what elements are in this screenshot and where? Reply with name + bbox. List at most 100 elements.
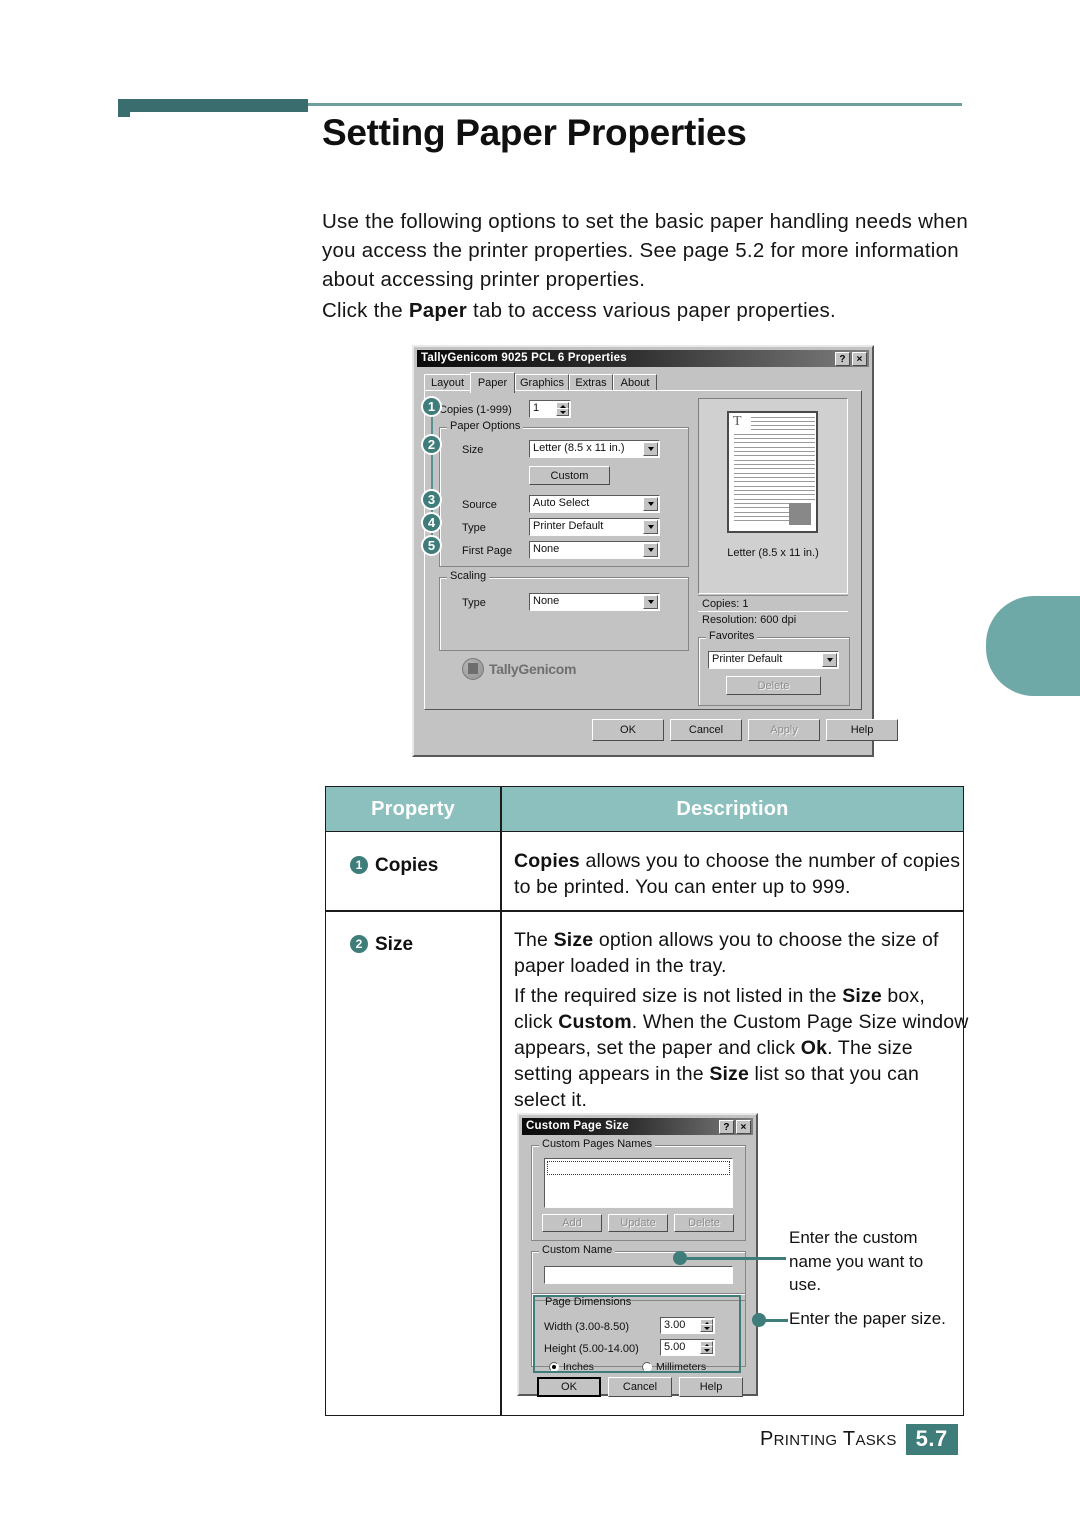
- row-2-property-label: Size: [375, 934, 414, 955]
- status-resolution: Resolution: 600 dpi: [698, 611, 848, 627]
- annotation-leader-custom-name: [686, 1257, 786, 1260]
- intro2-bold: Paper: [408, 299, 468, 322]
- tallygenicom-logo: TallyGenicom: [462, 657, 622, 681]
- close-icon[interactable]: ×: [736, 1119, 751, 1134]
- custom-dialog-titlebar: Custom Page Size ? ×: [522, 1118, 753, 1135]
- copies-label: Copies (1-999): [439, 404, 512, 416]
- preview-letter-glyph: T: [733, 414, 742, 429]
- desc-bold-fragment: Size: [709, 1063, 749, 1085]
- preview-sheet: T: [727, 411, 818, 533]
- paper-options-group: Paper Options Size Letter (8.5 x 11 in.)…: [439, 420, 689, 567]
- footer-asks: ASKS: [855, 1431, 897, 1449]
- tab-about[interactable]: About: [613, 374, 657, 391]
- chevron-down-icon: [643, 595, 658, 609]
- preview-caption: Letter (8.5 x 11 in.): [727, 547, 819, 559]
- favorites-group: Favorites Printer Default Delete: [698, 630, 850, 706]
- intro2-c: tab to access various paper properties.: [467, 299, 836, 322]
- size-select[interactable]: Letter (8.5 x 11 in.): [529, 440, 660, 458]
- favorites-label: Favorites: [706, 630, 758, 642]
- help-icon[interactable]: ?: [719, 1119, 734, 1134]
- brand-name: TallyGenicom: [489, 661, 577, 677]
- add-button[interactable]: Add: [542, 1214, 602, 1232]
- paper-options-label: Paper Options: [447, 420, 524, 432]
- favorites-delete-button[interactable]: Delete: [726, 676, 821, 695]
- scaling-label: Scaling: [447, 570, 490, 582]
- page-footer: PRINTING TASKS 5.7: [760, 1423, 958, 1455]
- custom-pages-names-label: Custom Pages Names: [539, 1138, 656, 1150]
- help-button[interactable]: Help: [826, 719, 898, 741]
- favorites-select[interactable]: Printer Default: [708, 651, 839, 669]
- table-rule-header: [326, 830, 963, 832]
- printer-dialog-buttons: OK Cancel Apply Help: [424, 719, 898, 745]
- custom-ok-button[interactable]: OK: [537, 1377, 601, 1397]
- chevron-down-icon: [643, 497, 658, 511]
- preview-image-block: [789, 503, 811, 525]
- row-2-badge: 2: [350, 935, 368, 953]
- size-value: Letter (8.5 x 11 in.): [533, 442, 625, 454]
- custom-help-button[interactable]: Help: [679, 1377, 743, 1397]
- footer-section: PRINTING TASKS: [760, 1428, 897, 1451]
- tab-graphics[interactable]: Graphics: [515, 374, 569, 391]
- update-button[interactable]: Update: [608, 1214, 668, 1232]
- copies-spin-down-icon[interactable]: [556, 408, 569, 416]
- apply-button[interactable]: Apply: [748, 719, 820, 741]
- column-header-description: Description: [676, 798, 789, 820]
- first-page-select[interactable]: None: [529, 541, 660, 559]
- column-header-property: Property: [371, 798, 455, 820]
- first-page-label: First Page: [462, 545, 513, 557]
- intro2-a: Click the: [322, 299, 409, 322]
- desc-fragment: If the required size is not listed in th…: [514, 985, 843, 1007]
- help-icon[interactable]: ?: [835, 351, 850, 366]
- source-value: Auto Select: [533, 497, 590, 509]
- paper-tab-pane: Copies (1-999) 1 Paper Options Size Lett…: [424, 390, 862, 710]
- tab-layout[interactable]: Layout: [424, 374, 471, 391]
- chevron-down-icon: [822, 653, 837, 667]
- scaling-type-select[interactable]: None: [529, 593, 660, 611]
- annotation-dot-custom-name: [673, 1251, 687, 1265]
- type-label: Type: [462, 522, 486, 534]
- desc-bold-fragment: Custom: [558, 1011, 632, 1033]
- custom-dialog-title: Custom Page Size: [526, 1120, 629, 1132]
- tab-extras[interactable]: Extras: [569, 374, 613, 391]
- copies-stepper[interactable]: 1: [529, 400, 571, 418]
- status-copies: Copies: 1: [698, 595, 848, 611]
- desc-bold-fragment: Copies: [514, 850, 580, 872]
- brand-mark-icon: [462, 658, 484, 680]
- custom-pages-names-group: Custom Pages Names Add Update Delete: [531, 1138, 746, 1241]
- desc-bold-fragment: Ok: [800, 1037, 828, 1059]
- custom-name-input[interactable]: [544, 1266, 733, 1284]
- footer-rinting: RINTING: [773, 1431, 838, 1449]
- callout-4: 4: [421, 512, 442, 533]
- row-1-property-label: Copies: [375, 855, 439, 876]
- close-icon[interactable]: ×: [852, 351, 867, 366]
- header-rule-thin: [308, 103, 962, 106]
- custom-name-label: Custom Name: [539, 1244, 616, 1256]
- printer-dialog-title: TallyGenicom 9025 PCL 6 Properties: [421, 352, 627, 364]
- type-value: Printer Default: [533, 520, 604, 532]
- tab-paper[interactable]: Paper: [470, 372, 515, 393]
- chevron-down-icon: [643, 520, 658, 534]
- printer-dialog-tabstrip: Layout Paper Graphics Extras About: [424, 372, 862, 393]
- intro-paragraph-2: Click the Paper tab to access various pa…: [322, 296, 970, 325]
- callout-1: 1: [421, 396, 442, 417]
- header-rule-thick: [118, 99, 308, 112]
- custom-button[interactable]: Custom: [529, 466, 610, 485]
- type-select[interactable]: Printer Default: [529, 518, 660, 536]
- table-row-1-description: Copies allows you to choose the number o…: [502, 848, 969, 900]
- size-label: Size: [462, 444, 484, 456]
- custom-cancel-button[interactable]: Cancel: [608, 1377, 672, 1397]
- delete-button[interactable]: Delete: [674, 1214, 734, 1232]
- source-select[interactable]: Auto Select: [529, 495, 660, 513]
- table-row-2-property: 2 Size: [326, 934, 524, 956]
- custom-pages-listbox[interactable]: [544, 1158, 733, 1208]
- table-header-row: Property Description: [326, 787, 963, 832]
- printer-dialog-titlebar: TallyGenicom 9025 PCL 6 Properties ? ×: [417, 350, 869, 367]
- footer-t: T: [842, 1427, 856, 1450]
- page-edge-tab: [986, 596, 1080, 696]
- cancel-button[interactable]: Cancel: [670, 719, 742, 741]
- desc-fragment: allows you to choose the number of copie…: [514, 850, 961, 898]
- table-rule-1: [326, 910, 963, 912]
- ok-button[interactable]: OK: [592, 719, 664, 741]
- row-1-badge: 1: [350, 856, 368, 874]
- desc-bold-fragment: Size: [842, 985, 882, 1007]
